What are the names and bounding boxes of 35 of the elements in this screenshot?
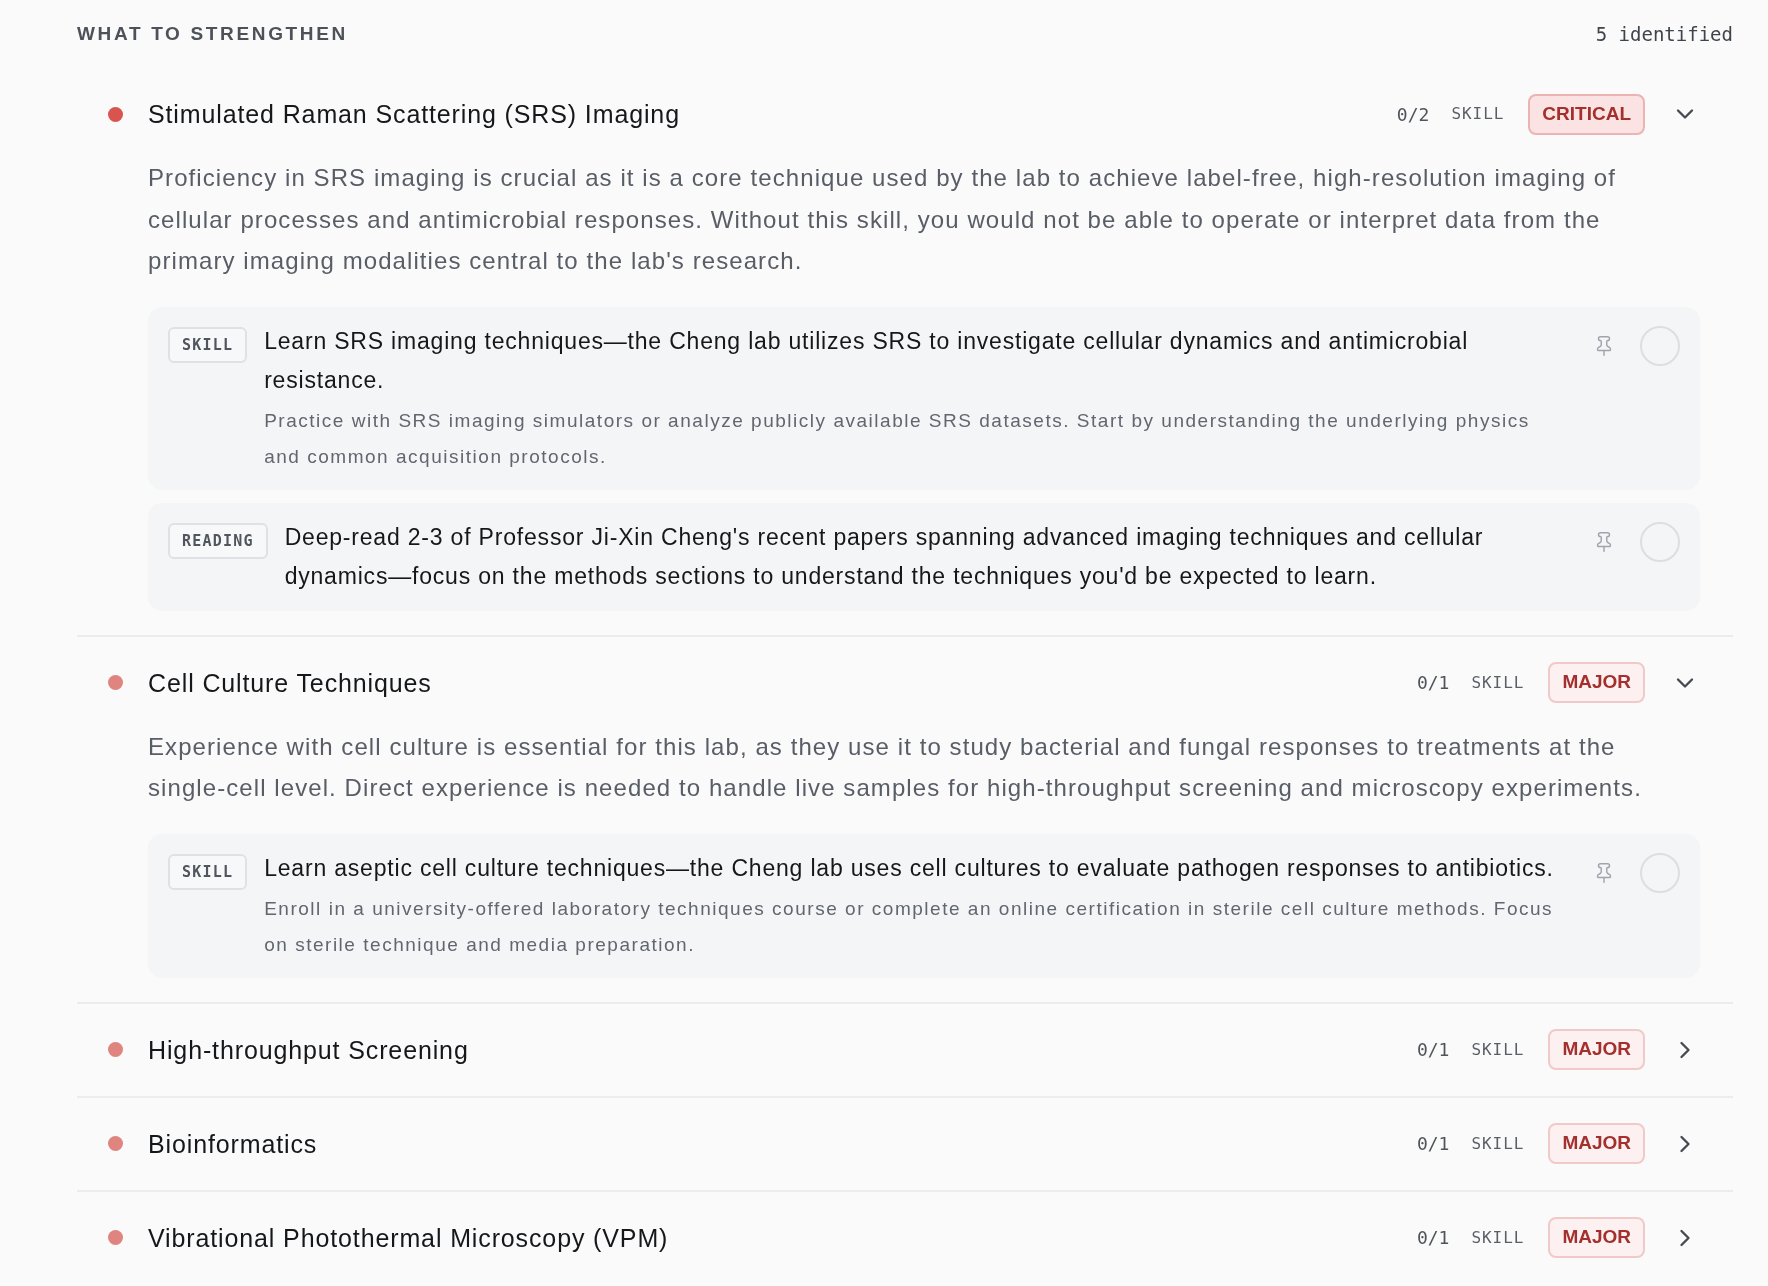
type-label: SKILL xyxy=(1471,671,1525,694)
complete-checkbox[interactable] xyxy=(1640,325,1680,366)
type-label: SKILL xyxy=(1471,1132,1525,1155)
severity-badge: MAJOR xyxy=(1548,1029,1645,1070)
severity-badge: MAJOR xyxy=(1548,1123,1645,1164)
complete-checkbox[interactable] xyxy=(1640,521,1680,562)
identified-count: 5 identified xyxy=(1595,21,1733,47)
gap-title: Stimulated Raman Scattering (SRS) Imaging xyxy=(148,99,680,130)
severity-badge: CRITICAL xyxy=(1528,93,1645,135)
type-tag: SKILL xyxy=(168,853,248,890)
type-tag: READING xyxy=(168,522,268,559)
severity-badge: MAJOR xyxy=(1548,1217,1645,1258)
gap-title: Cell Culture Techniques xyxy=(148,667,432,699)
type-tag: SKILL xyxy=(168,326,248,363)
progress-count: 0/1 xyxy=(1416,1132,1450,1156)
action-title: Deep-read 2-3 of Professor Ji-Xin Cheng's recent papers spanning advanced imaging techniques and cellular dynamics—focus on the methods sections to understand the techniques you'd be expected to learn. xyxy=(284,522,1485,591)
action-detail: Enroll in a university-offered laboratory techniques course or complete an online certification in sterile cell culture methods. Focus on sterile technique and media preparation. xyxy=(264,896,1555,957)
gap-title: Vibrational Photothermal Microscopy (VPM) xyxy=(148,1222,669,1254)
progress-count: 0/1 xyxy=(1416,671,1450,695)
section-heading: WHAT TO STRENGTHEN xyxy=(77,21,348,46)
gap-title: Bioinformatics xyxy=(148,1128,318,1160)
type-label: SKILL xyxy=(1471,1226,1525,1249)
gap-title: High-throughput Screening xyxy=(148,1034,469,1066)
progress-count: 0/2 xyxy=(1396,102,1430,127)
progress-count: 0/1 xyxy=(1416,1038,1450,1062)
severity-badge: MAJOR xyxy=(1548,662,1645,703)
gap-description: Experience with cell culture is essential for this lab, as they use it to study bacterial and fungal responses to treatments at the single-cell level. Direct experience is needed to handle live samples for high-throughput screening and microscopy experiments. xyxy=(148,731,1643,803)
type-label: SKILL xyxy=(1451,103,1505,125)
action-title: Learn SRS imaging techniques—the Cheng lab utilizes SRS to investigate cellular dynamics and antimicrobial resistance. xyxy=(264,326,1470,395)
complete-checkbox[interactable] xyxy=(1640,852,1680,893)
action-detail: Practice with SRS imaging simulators or analyze publicly available SRS datasets. Start by understanding the underlying physics and common acquisition protocols. xyxy=(264,408,1531,469)
gap-description: Proficiency in SRS imaging is crucial as it is a core technique used by the lab to achieve label-free, high-resolution imaging of cellular processes and antimicrobial responses. Without this skill, you would not be able to operate or interpret data from the primary imaging modalities central to the lab's research. xyxy=(148,163,1617,276)
progress-count: 0/1 xyxy=(1416,1226,1450,1250)
type-label: SKILL xyxy=(1471,1038,1525,1061)
action-title: Learn aseptic cell culture techniques—the Cheng lab uses cell cultures to evaluate pathogen responses to antibiotics. xyxy=(264,853,1555,883)
